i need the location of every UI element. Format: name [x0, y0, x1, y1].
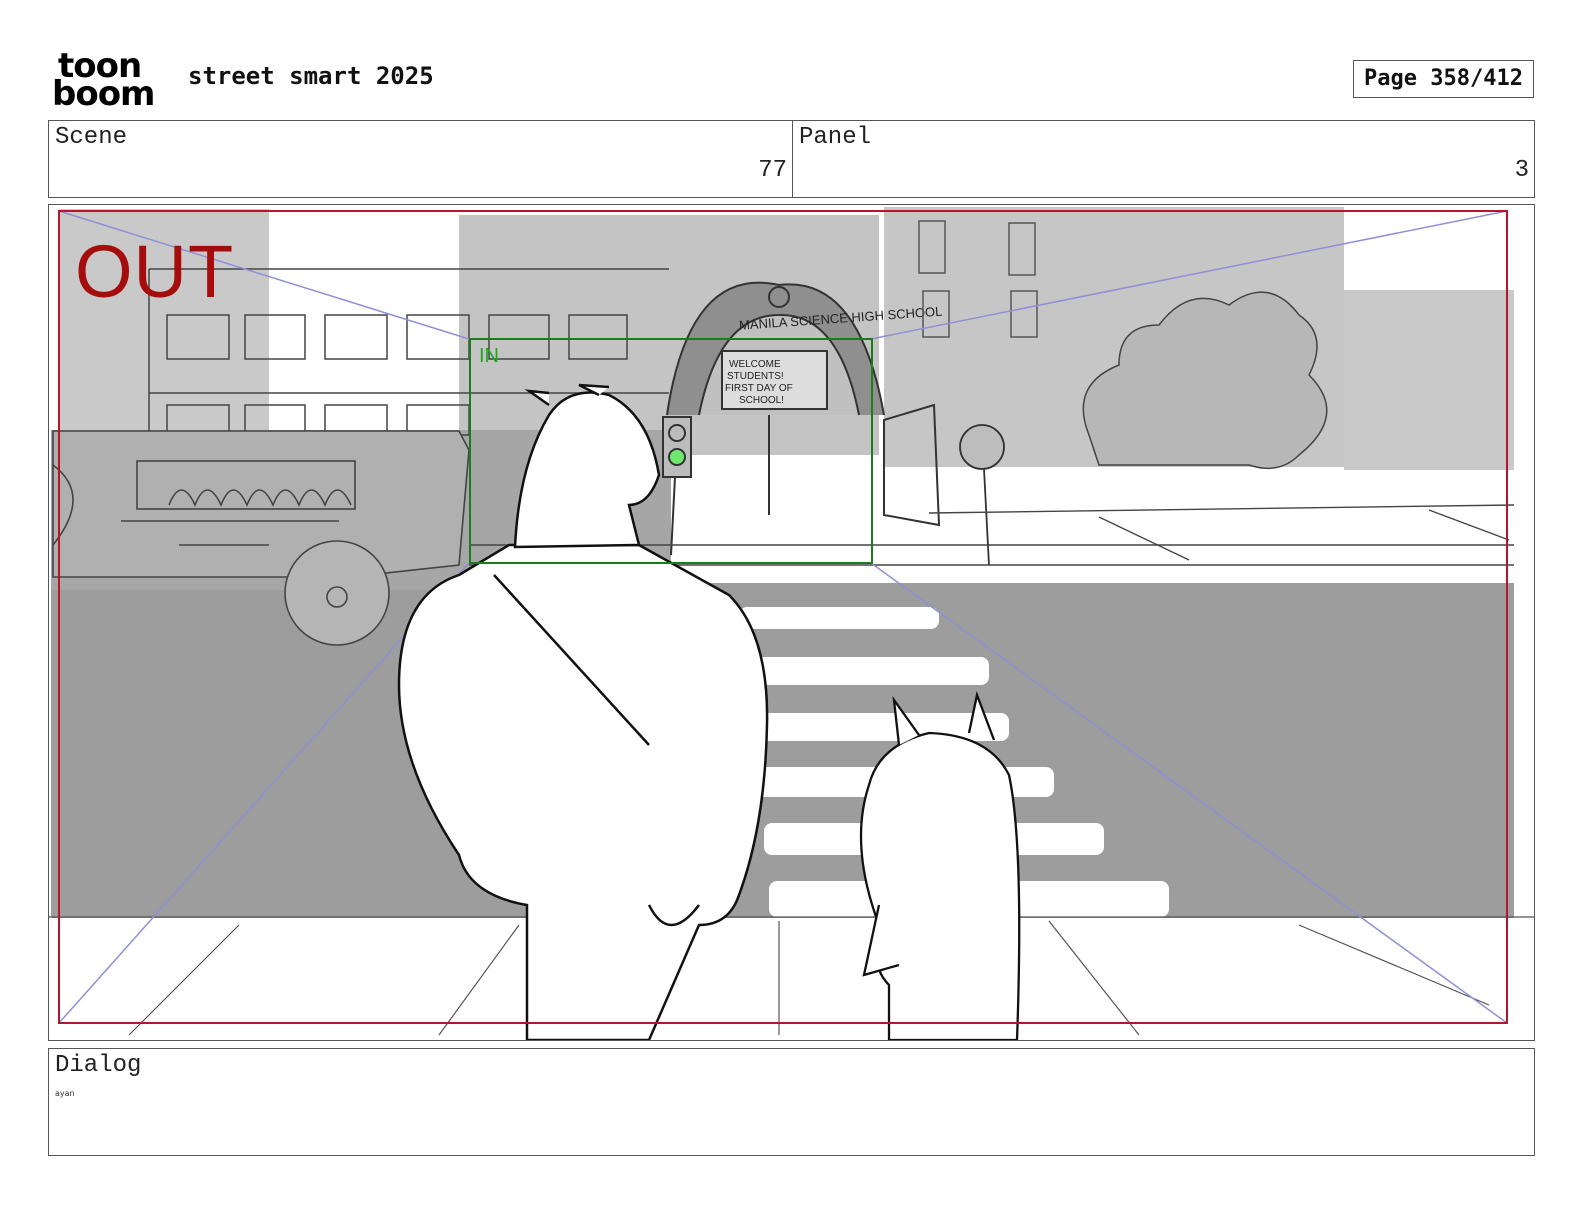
- out-frame-label: OUT: [75, 230, 235, 313]
- foreground-sidewalk: [49, 918, 1534, 1040]
- banner-line4: SCHOOL!: [739, 395, 784, 406]
- banner-line1: WELCOME: [729, 359, 781, 370]
- dialog-label: Dialog: [55, 1052, 142, 1079]
- toon-boom-logo: toon boom: [52, 49, 164, 114]
- scene-cell: Scene 77: [49, 121, 793, 197]
- scene-number: 77: [758, 157, 787, 184]
- storyboard-sketch: MANILA SCIENCE HIGH SCHOOL WELCOME STUDE…: [49, 205, 1534, 1040]
- page-indicator: Page 358/412: [1353, 60, 1534, 98]
- panel-cell: Panel 3: [793, 121, 1534, 197]
- scene-label: Scene: [55, 124, 128, 151]
- project-title: street smart 2025: [188, 62, 434, 90]
- panel-label: Panel: [799, 124, 872, 151]
- street-ground: [51, 583, 1514, 918]
- dialog-text: ayan: [55, 1089, 75, 1098]
- scene-panel-row: Scene 77 Panel 3: [48, 120, 1535, 198]
- storyboard-panel: MANILA SCIENCE HIGH SCHOOL WELCOME STUDE…: [48, 204, 1535, 1041]
- banner-line2: STUDENTS!: [727, 371, 784, 382]
- panel-number: 3: [1514, 157, 1529, 184]
- bg-building-far-right: [1344, 290, 1514, 470]
- dialog-box: Dialog ayan: [48, 1048, 1535, 1156]
- banner-line3: FIRST DAY OF: [725, 383, 793, 394]
- logo-line2: boom: [52, 74, 155, 114]
- in-frame-label: IN: [479, 345, 499, 367]
